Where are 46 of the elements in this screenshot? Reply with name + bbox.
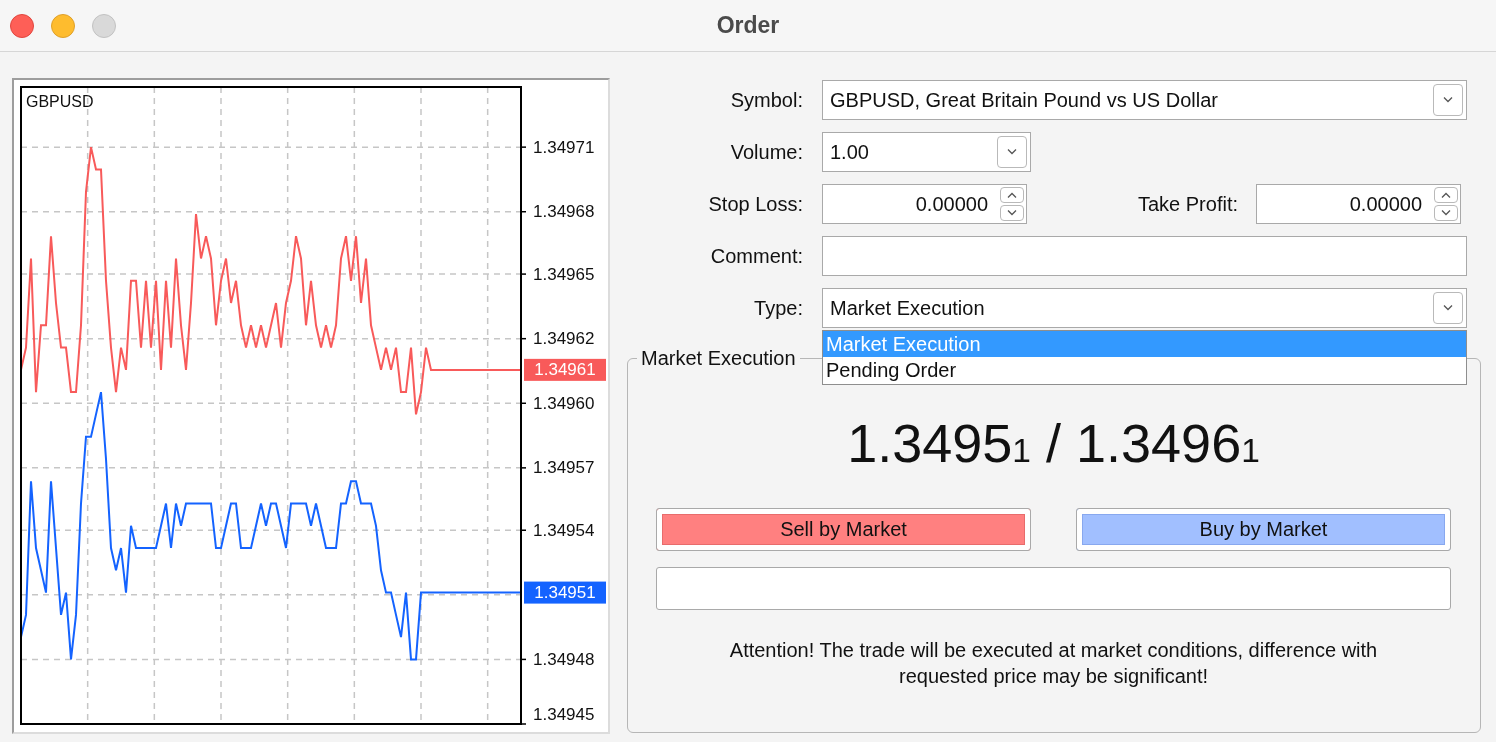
field-label: Stop Loss: xyxy=(707,192,803,216)
axis-label: 1.34957 xyxy=(533,458,595,478)
field-label: Type: xyxy=(753,296,803,320)
type-select[interactable]: Market Execution xyxy=(822,288,1467,328)
axis-label: 1.34962 xyxy=(533,329,595,349)
spin-down-button[interactable] xyxy=(1000,205,1024,221)
chevron-up-icon xyxy=(1007,192,1017,198)
window-title: Order xyxy=(716,12,780,39)
stop-loss-field[interactable]: 0.00000 xyxy=(822,184,1027,224)
take-profit-field[interactable]: 0.00000 xyxy=(1256,184,1461,224)
chevron-down-icon xyxy=(1443,305,1453,311)
spin-up-button[interactable] xyxy=(1434,187,1458,203)
minimize-button[interactable] xyxy=(51,13,75,38)
dropdown-button[interactable] xyxy=(1433,84,1463,116)
dropdown-button[interactable] xyxy=(1433,292,1463,324)
close-button[interactable] xyxy=(10,13,34,38)
dropdown-option[interactable]: Pending Order xyxy=(823,357,1466,383)
dropdown-button[interactable] xyxy=(997,136,1027,168)
field-label: Comment: xyxy=(709,244,803,268)
chevron-up-icon xyxy=(1441,192,1451,198)
comment-field[interactable] xyxy=(822,236,1467,276)
chevron-down-icon xyxy=(1441,210,1451,216)
group-title: Market Execution xyxy=(640,346,797,370)
volume-select[interactable]: 1.00 xyxy=(822,132,1031,172)
price-tag: 1.34951 xyxy=(524,581,606,604)
field-label: Take Profit: xyxy=(1137,192,1238,216)
spin-up-button[interactable] xyxy=(1000,187,1024,203)
field-label: Volume: xyxy=(729,140,803,164)
axis-label: 1.34954 xyxy=(533,520,595,540)
chart-title: GBPUSD xyxy=(26,92,94,110)
axis-label: 1.34960 xyxy=(533,393,595,413)
spin-down-button[interactable] xyxy=(1434,205,1458,221)
field-label: Symbol: xyxy=(729,88,803,112)
chevron-down-icon xyxy=(1443,97,1453,103)
warning-text: Attention! The trade will be executed at market conditions, difference with requested price may be significant! xyxy=(728,638,1379,689)
axis-label: 1.34945 xyxy=(533,704,595,724)
chevron-down-icon xyxy=(1007,210,1017,216)
axis-label: 1.34965 xyxy=(533,264,595,284)
price-tag: 1.34961 xyxy=(524,358,606,381)
axis-label: 1.34968 xyxy=(533,202,595,222)
symbol-select[interactable]: GBPUSD, Great Britain Pound vs US Dollar xyxy=(822,80,1467,120)
chevron-down-icon xyxy=(1007,149,1017,155)
buy-button[interactable]: Buy by Market xyxy=(1076,508,1451,551)
axis-label: 1.34948 xyxy=(533,649,595,669)
sell-button[interactable]: Sell by Market xyxy=(656,508,1031,551)
axis-label: 1.34971 xyxy=(533,137,595,157)
